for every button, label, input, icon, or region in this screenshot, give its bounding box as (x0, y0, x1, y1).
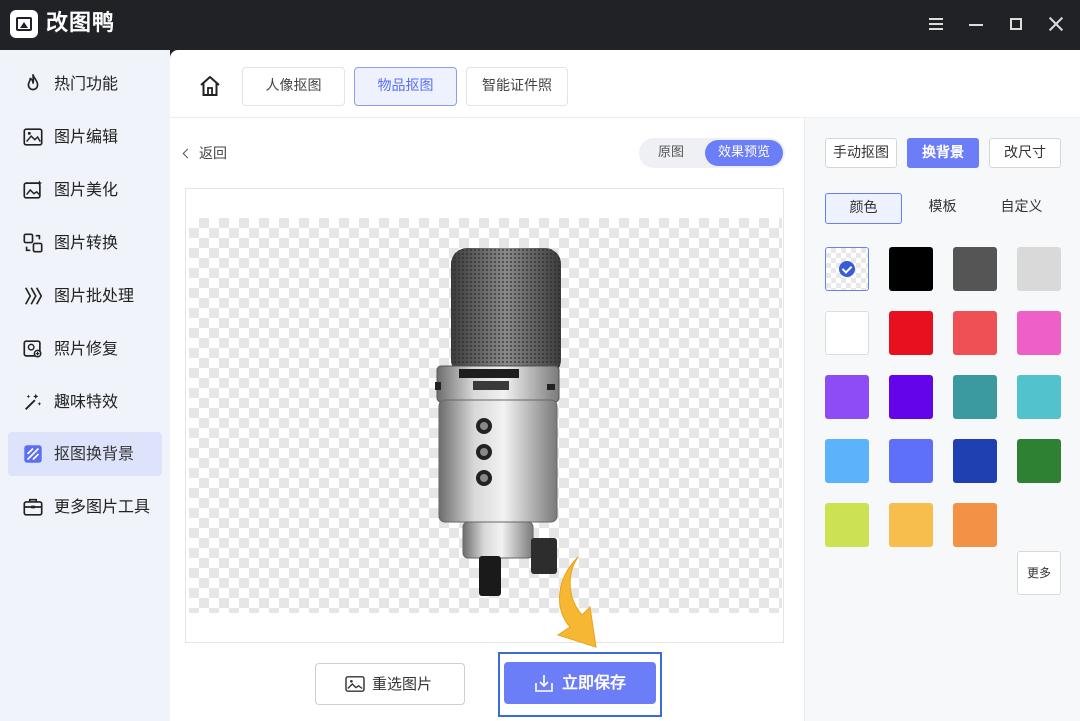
color-swatch[interactable] (825, 439, 869, 483)
sidebar-item-cutout[interactable]: 抠图换背景 (8, 432, 162, 476)
top-tab-bar: 人像抠图 物品抠图 智能证件照 (170, 50, 1080, 118)
sidebar-item-image-beautify[interactable]: 图片美化 (8, 168, 162, 212)
image-canvas (185, 188, 784, 643)
reselect-label: 重选图片 (372, 675, 433, 693)
title-bar: 改图鸭 (0, 0, 1080, 50)
color-swatch[interactable] (889, 503, 933, 547)
transparent-background (189, 218, 782, 613)
app-logo-icon (10, 10, 38, 38)
save-label: 立即保存 (562, 673, 627, 692)
sidebar-item-label: 图片编辑 (54, 127, 119, 146)
sidebar-item-label: 趣味特效 (54, 392, 119, 411)
sidebar-item-label: 图片转换 (54, 233, 119, 252)
app-title: 改图鸭 (46, 11, 116, 36)
manual-cutout-button[interactable]: 手动抠图 (825, 138, 897, 168)
photo-repair-icon (23, 340, 42, 358)
resize-button[interactable]: 改尺寸 (989, 138, 1061, 168)
back-button[interactable]: 返回 (182, 144, 227, 164)
color-swatch[interactable] (953, 375, 997, 419)
subtab-color[interactable]: 颜色 (825, 193, 902, 224)
checkmark-icon (839, 261, 855, 277)
subtab-custom[interactable]: 自定义 (983, 193, 1060, 224)
save-button[interactable]: 立即保存 (504, 662, 656, 704)
home-icon[interactable] (198, 74, 222, 98)
color-swatch[interactable] (953, 247, 997, 291)
sidebar-item-label: 图片批处理 (54, 286, 135, 305)
toggle-original[interactable]: 原图 (643, 140, 699, 166)
toolbox-icon (23, 498, 43, 516)
image-convert-icon (23, 233, 43, 253)
main-panel: 人像抠图 物品抠图 智能证件照 返回 原图 效果预览 重选图片 立即保存 手动抠… (170, 50, 1080, 721)
sidebar-item-label: 更多图片工具 (54, 497, 151, 516)
sidebar-item-hot[interactable]: 热门功能 (8, 62, 162, 106)
color-swatch[interactable] (889, 311, 933, 355)
sidebar-item-image-edit[interactable]: 图片编辑 (8, 115, 162, 159)
tab-portrait-cutout[interactable]: 人像抠图 (242, 67, 345, 106)
color-swatch[interactable] (1017, 375, 1061, 419)
magic-wand-icon (25, 393, 42, 410)
image-beautify-icon (23, 180, 43, 199)
sidebar-item-label: 图片美化 (54, 180, 119, 199)
color-swatch[interactable] (889, 247, 933, 291)
color-swatch[interactable] (953, 439, 997, 483)
sidebar-item-effects[interactable]: 趣味特效 (8, 380, 162, 424)
right-panel: 手动抠图 换背景 改尺寸 颜色 模板 自定义 更多 (804, 118, 1080, 721)
color-swatch[interactable] (1017, 439, 1061, 483)
toggle-preview[interactable]: 效果预览 (705, 140, 783, 166)
pointer-arrow-icon (556, 556, 597, 648)
chevron-left-icon (182, 148, 193, 159)
color-swatch[interactable] (825, 503, 869, 547)
menu-icon[interactable] (924, 12, 948, 36)
color-swatch[interactable] (889, 439, 933, 483)
sidebar-item-photo-repair[interactable]: 照片修复 (8, 327, 162, 371)
subtab-template[interactable]: 模板 (904, 193, 981, 224)
back-label: 返回 (199, 146, 227, 162)
color-swatch[interactable] (953, 311, 997, 355)
close-icon[interactable] (1044, 12, 1068, 36)
batch-process-icon (24, 287, 43, 305)
sidebar-item-label: 抠图换背景 (54, 444, 135, 463)
color-swatch[interactable] (1017, 311, 1061, 355)
tab-object-cutout[interactable]: 物品抠图 (354, 67, 457, 106)
fire-icon (27, 74, 39, 91)
sidebar-item-label: 照片修复 (54, 339, 119, 358)
tab-id-photo[interactable]: 智能证件照 (466, 67, 568, 106)
color-swatch[interactable] (889, 375, 933, 419)
reselect-image-button[interactable]: 重选图片 (315, 663, 465, 705)
view-toggle: 原图 效果预览 (639, 138, 785, 168)
color-swatch[interactable] (953, 503, 997, 547)
minimize-icon[interactable] (964, 12, 988, 36)
sidebar-item-label: 热门功能 (54, 74, 119, 93)
change-background-button[interactable]: 换背景 (907, 138, 979, 168)
color-swatch-transparent[interactable] (825, 247, 869, 291)
cutout-icon (24, 445, 42, 463)
color-swatch[interactable] (1017, 247, 1061, 291)
sidebar-item-batch[interactable]: 图片批处理 (8, 274, 162, 318)
sidebar-item-more-tools[interactable]: 更多图片工具 (8, 485, 162, 529)
download-icon (535, 675, 553, 692)
image-icon (345, 676, 365, 692)
image-edit-icon (23, 128, 43, 146)
color-swatch[interactable] (825, 311, 869, 355)
sidebar: 热门功能 图片编辑 图片美化 图片转换 图片批处理 照片修复 趣味特效 抠图换背… (0, 50, 170, 721)
more-colors-button[interactable]: 更多 (1017, 551, 1061, 595)
maximize-icon[interactable] (1004, 12, 1028, 36)
color-swatch[interactable] (825, 375, 869, 419)
microphone-image (435, 248, 561, 596)
sidebar-item-image-convert[interactable]: 图片转换 (8, 221, 162, 265)
